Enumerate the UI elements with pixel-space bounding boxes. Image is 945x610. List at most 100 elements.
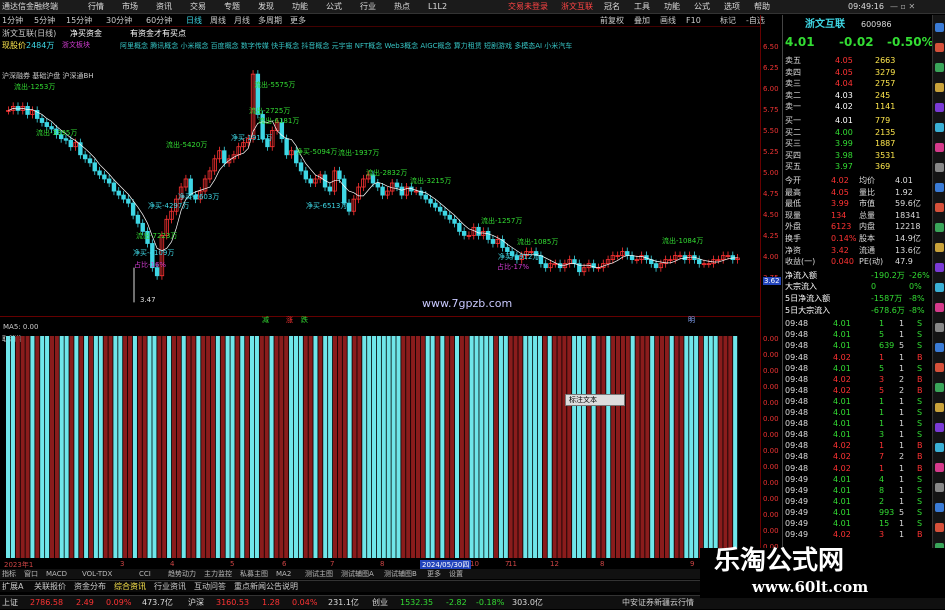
index-name[interactable]: 创业 bbox=[372, 596, 388, 610]
period-button[interactable]: 多周期 bbox=[258, 15, 282, 27]
info-tab[interactable]: 资金分布 bbox=[74, 581, 106, 593]
sidebar-tool-icon[interactable] bbox=[935, 503, 944, 512]
sidebar-tool-icon[interactable] bbox=[935, 63, 944, 72]
sidebar-tool-icon[interactable] bbox=[935, 223, 944, 232]
sidebar-tool-icon[interactable] bbox=[935, 523, 944, 532]
sidebar-tool-icon[interactable] bbox=[935, 263, 944, 272]
indicator-tab[interactable]: 更多 bbox=[427, 569, 441, 579]
sidebar-tool-icon[interactable] bbox=[935, 43, 944, 52]
menu-item[interactable]: L1L2 bbox=[428, 0, 447, 14]
sidebar-tool-icon[interactable] bbox=[935, 463, 944, 472]
indicator-tab[interactable]: 趋势动力 bbox=[168, 569, 196, 579]
sidebar-tool-icon[interactable] bbox=[935, 123, 944, 132]
tick-count: 1 bbox=[899, 485, 905, 495]
menu-item[interactable]: 热点 bbox=[394, 0, 410, 14]
sidebar-tool-icon[interactable] bbox=[935, 303, 944, 312]
window-controls[interactable]: — ▫ ✕ bbox=[890, 0, 915, 14]
right-menu-item[interactable]: 公式 bbox=[694, 0, 710, 14]
indicator-tab[interactable]: 测试主图 bbox=[305, 569, 333, 579]
indicator-tab[interactable]: 测试辅图B bbox=[384, 569, 417, 579]
menu-item[interactable]: 行业 bbox=[360, 0, 376, 14]
menu-item[interactable]: 功能 bbox=[292, 0, 308, 14]
volume-bar bbox=[357, 336, 362, 558]
info-tab[interactable]: 扩展A bbox=[2, 581, 23, 593]
volume-bar bbox=[694, 336, 699, 558]
chart-tool-button[interactable]: F10 bbox=[686, 15, 701, 27]
period-button[interactable]: 月线 bbox=[234, 15, 250, 27]
chart-tool-button[interactable]: 标记 bbox=[720, 15, 736, 27]
period-button[interactable]: 15分钟 bbox=[66, 15, 92, 27]
sidebar-tool-icon[interactable] bbox=[935, 163, 944, 172]
period-button[interactable]: 5分钟 bbox=[34, 15, 55, 27]
indicator-tab[interactable]: MA2 bbox=[276, 569, 291, 579]
menu-item[interactable]: 公式 bbox=[326, 0, 342, 14]
period-button[interactable]: 30分钟 bbox=[106, 15, 132, 27]
chart-tool-button[interactable]: 画线 bbox=[660, 15, 676, 27]
sidebar-tool-icon[interactable] bbox=[935, 183, 944, 192]
indicator-tab[interactable]: VOL-TDX bbox=[82, 569, 112, 579]
index-pct: 0.09% bbox=[106, 598, 132, 607]
period-button[interactable]: 更多 bbox=[290, 15, 306, 27]
sidebar-tool-icon[interactable] bbox=[935, 423, 944, 432]
period-button[interactable]: 周线 bbox=[210, 15, 226, 27]
sidebar-tool-icon[interactable] bbox=[935, 483, 944, 492]
indicator-tab[interactable]: 设置 bbox=[449, 569, 463, 579]
candle bbox=[87, 158, 93, 164]
info-tab[interactable]: 重点新闻公告说明 bbox=[234, 581, 298, 593]
indicator-tab[interactable]: 主力监控 bbox=[204, 569, 232, 579]
sidebar-tool-icon[interactable] bbox=[935, 383, 944, 392]
sidebar-tool-icon[interactable] bbox=[935, 143, 944, 152]
quote-row: 09:49 4.01 4 1 S bbox=[783, 474, 931, 485]
indicator-tab[interactable]: 测试辅图A bbox=[341, 569, 374, 579]
sidebar-tool-icon[interactable] bbox=[935, 343, 944, 352]
sidebar-tool-icon[interactable] bbox=[935, 403, 944, 412]
right-menu-item[interactable]: 功能 bbox=[664, 0, 680, 14]
indicator-tab[interactable]: 窗口 bbox=[24, 569, 38, 579]
index-name[interactable]: 沪深 bbox=[188, 596, 204, 610]
sidebar-tool-icon[interactable] bbox=[935, 83, 944, 92]
info-tab[interactable]: 关联报价 bbox=[34, 581, 66, 593]
menu-item[interactable]: 发现 bbox=[258, 0, 274, 14]
menu-item[interactable]: 交易 bbox=[190, 0, 206, 14]
volume-bar bbox=[464, 336, 469, 558]
indicator-tab[interactable]: CCI bbox=[139, 569, 151, 579]
right-menu-item[interactable]: 工具 bbox=[634, 0, 650, 14]
period-button[interactable]: 60分钟 bbox=[146, 15, 172, 27]
sidebar-tool-icon[interactable] bbox=[935, 363, 944, 372]
sidebar-tool-icon[interactable] bbox=[935, 283, 944, 292]
menu-item[interactable]: 资讯 bbox=[156, 0, 172, 14]
volume-bar bbox=[606, 336, 611, 558]
stock-link[interactable]: 浙文互联 bbox=[561, 0, 593, 14]
right-menu-item[interactable]: 冠名 bbox=[604, 0, 620, 14]
period-button[interactable]: 日线 bbox=[186, 15, 202, 27]
indicator-tab[interactable]: 指标 bbox=[2, 569, 16, 579]
info-tab[interactable]: 综合资讯 bbox=[114, 581, 146, 593]
login-link[interactable]: 交易未登录 bbox=[508, 0, 548, 14]
menu-item[interactable]: 市场 bbox=[122, 0, 138, 14]
sidebar-tool-icon[interactable] bbox=[935, 443, 944, 452]
info-tab[interactable]: 互动问答 bbox=[194, 581, 226, 593]
indicator-tab[interactable]: 私募主图 bbox=[240, 569, 268, 579]
menu-bar: 通达信金融终端 交易未登录 浙文互联 09:49:16 — ▫ ✕ 行情 市场 资讯… bbox=[0, 0, 945, 14]
net-flow-tab[interactable]: 净买资金 bbox=[70, 28, 102, 39]
index-name[interactable]: 上证 bbox=[2, 596, 18, 610]
stat-label: 股本 bbox=[859, 234, 875, 243]
sidebar-tool-icon[interactable] bbox=[935, 103, 944, 112]
stat-value: 1.92 bbox=[895, 187, 913, 197]
volume-bar-chart[interactable] bbox=[0, 332, 760, 558]
chart-tool-button[interactable]: 叠加 bbox=[634, 15, 650, 27]
menu-item[interactable]: 专题 bbox=[224, 0, 240, 14]
info-tab[interactable]: 行业资讯 bbox=[154, 581, 186, 593]
volume-bar bbox=[557, 336, 562, 558]
chart-tool-button[interactable]: 前复权 bbox=[600, 15, 624, 27]
annotation-popup[interactable]: 标注文本 bbox=[565, 394, 625, 406]
indicator-tab[interactable]: MACD bbox=[46, 569, 67, 579]
menu-item[interactable]: 行情 bbox=[88, 0, 104, 14]
sidebar-tool-icon[interactable] bbox=[935, 23, 944, 32]
sidebar-tool-icon[interactable] bbox=[935, 323, 944, 332]
right-menu-item[interactable]: 帮助 bbox=[754, 0, 770, 14]
period-button[interactable]: 1分钟 bbox=[2, 15, 23, 27]
right-menu-item[interactable]: 选项 bbox=[724, 0, 740, 14]
sidebar-tool-icon[interactable] bbox=[935, 243, 944, 252]
sidebar-tool-icon[interactable] bbox=[935, 203, 944, 212]
